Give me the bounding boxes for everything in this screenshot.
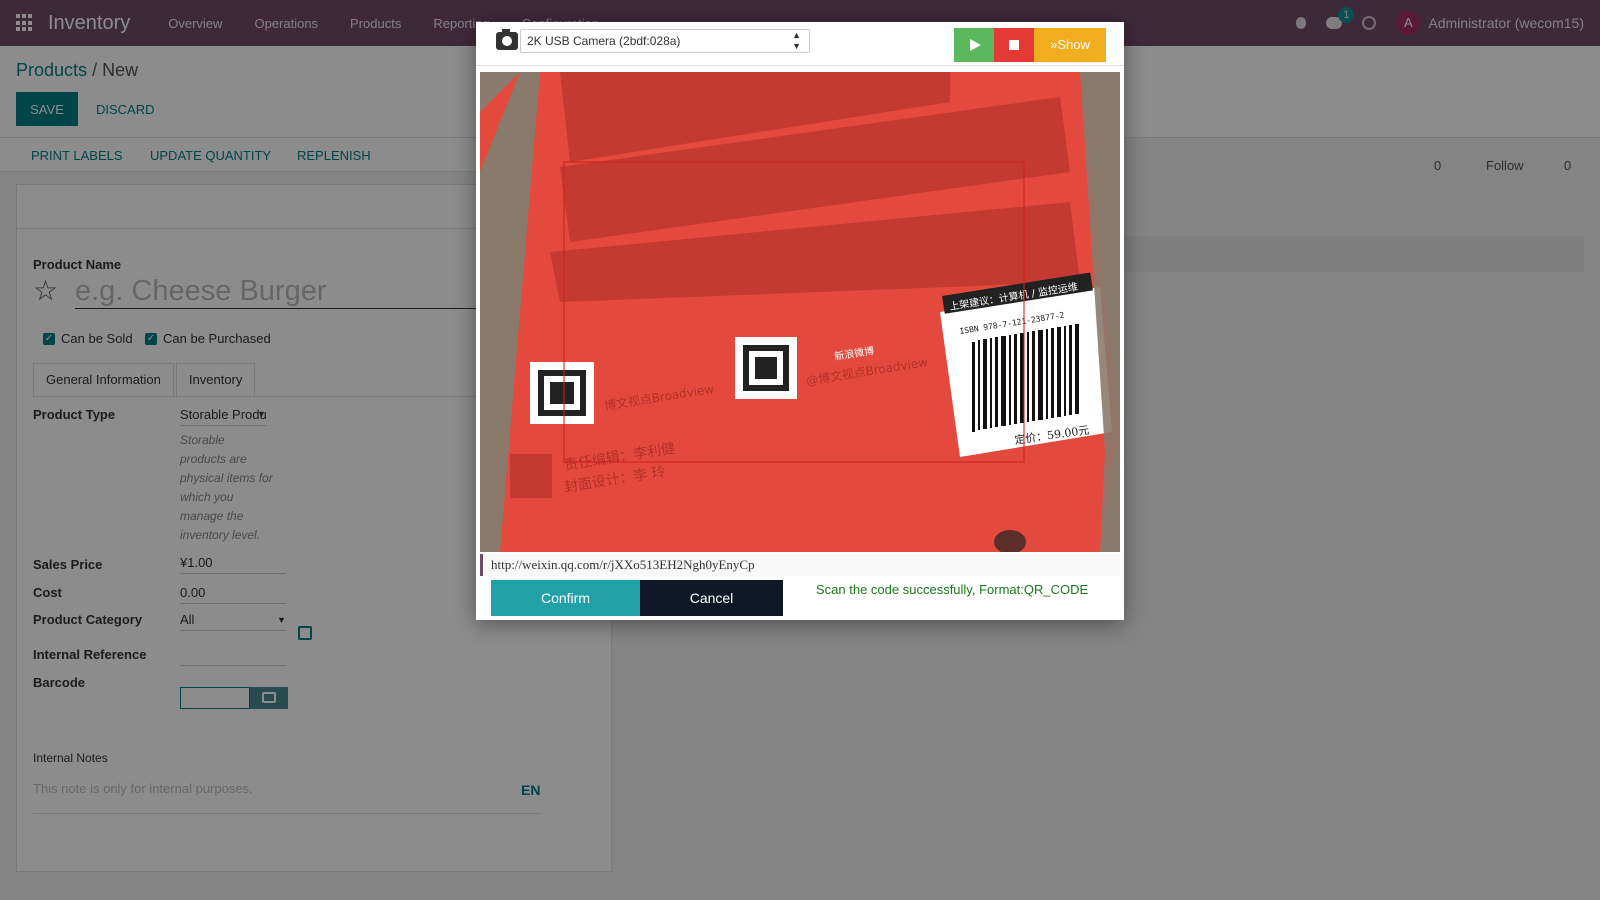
publisher-logo — [510, 454, 552, 498]
select-arrows-icon: ▲ ▼ — [792, 30, 801, 51]
stop-scan-button[interactable] — [994, 28, 1034, 62]
barcode-scanner-dialog: 2K USB Camera (2bdf:028a) ▲ ▼ »Show 上架建议… — [476, 22, 1124, 620]
start-scan-button[interactable] — [954, 28, 994, 62]
scanner-toolbar: 2K USB Camera (2bdf:028a) ▲ ▼ »Show — [476, 22, 1124, 66]
confirm-button[interactable]: Confirm — [491, 580, 640, 616]
camera-device-select[interactable]: 2K USB Camera (2bdf:028a) ▲ ▼ — [520, 29, 810, 53]
camera-preview: 上架建议：计算机 / 监控运维 ISBN 978-7-121-23877-2 定… — [480, 72, 1120, 552]
camera-frame-image: 上架建议：计算机 / 监控运维 ISBN 978-7-121-23877-2 定… — [480, 72, 1120, 552]
camera-icon — [496, 29, 518, 50]
camera-device-value: 2K USB Camera (2bdf:028a) — [527, 34, 681, 48]
scan-result-text: http://weixin.qq.com/r/jXXo513EH2Ngh0yEn… — [480, 554, 1120, 576]
cancel-button[interactable]: Cancel — [640, 580, 783, 616]
scan-status-message: Scan the code successfully, Format:QR_CO… — [816, 582, 1089, 597]
show-button[interactable]: »Show — [1034, 28, 1106, 62]
